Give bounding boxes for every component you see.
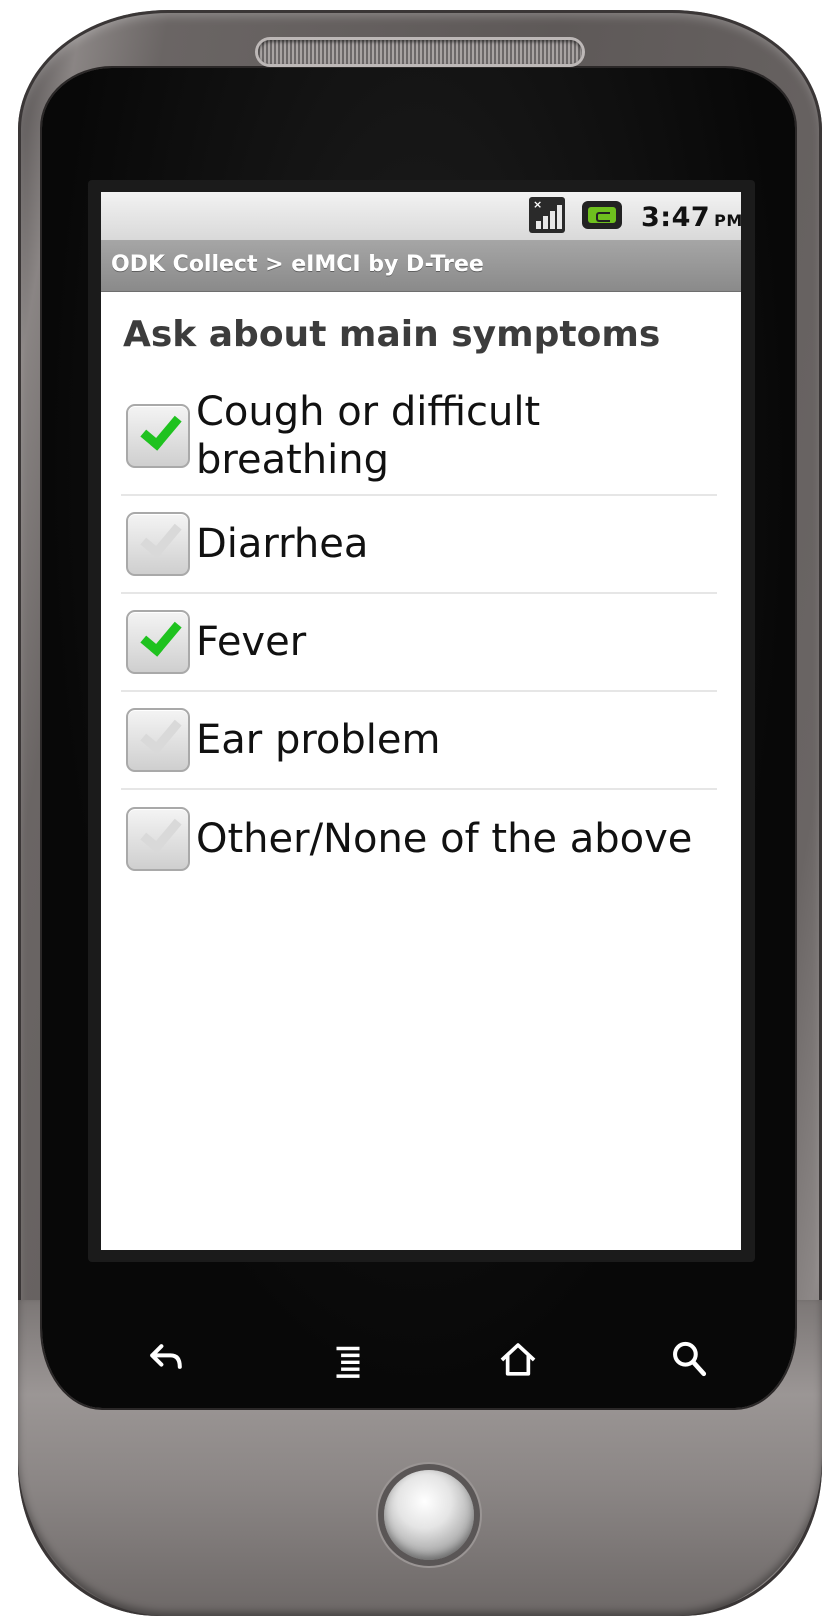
checkmark-icon [140, 613, 182, 657]
checkbox-other-none[interactable] [126, 807, 190, 871]
option-label: Other/None of the above [196, 816, 693, 862]
battery-charging-icon [582, 201, 622, 229]
option-label: Fever [196, 619, 307, 665]
option-diarrhea[interactable]: Diarrhea [121, 496, 717, 594]
checkbox-diarrhea[interactable] [126, 512, 190, 576]
checkbox-cough[interactable] [126, 404, 190, 468]
checkbox-fever[interactable] [126, 610, 190, 674]
back-icon[interactable] [136, 1330, 196, 1390]
question-label: Ask about main symptoms [123, 314, 661, 355]
menu-icon[interactable] [318, 1330, 378, 1390]
option-ear-problem[interactable]: Ear problem [121, 692, 717, 790]
option-cough[interactable]: Cough or difficult breathing [121, 378, 717, 496]
checkmark-icon [140, 810, 182, 854]
signal-no-sim-icon: × [529, 197, 565, 233]
option-other-none[interactable]: Other/None of the above [121, 790, 717, 888]
search-icon[interactable] [660, 1330, 720, 1390]
app-title-bar: ODK Collect > eIMCI by D-Tree [101, 240, 741, 292]
options-list: Cough or difficult breathing Diarrhea Fe… [121, 378, 717, 888]
checkmark-icon [140, 515, 182, 559]
status-clock: 3:47 PM [641, 202, 741, 233]
option-label: Diarrhea [196, 521, 369, 567]
device-screen: × 3:47 PM ODK Collect > eIMCI by D-Tree A… [101, 192, 741, 1250]
option-label: Ear problem [196, 717, 441, 763]
clock-time: 3:47 [641, 202, 711, 233]
status-bar: × 3:47 PM [101, 192, 741, 240]
home-icon[interactable] [488, 1330, 548, 1390]
clock-ampm: PM [714, 211, 741, 230]
earpiece-speaker [258, 40, 582, 64]
app-title: ODK Collect > eIMCI by D-Tree [111, 252, 484, 277]
option-fever[interactable]: Fever [121, 594, 717, 692]
option-label: Cough or difficult breathing [196, 389, 541, 483]
checkbox-ear-problem[interactable] [126, 708, 190, 772]
checkmark-icon [140, 407, 182, 451]
checkmark-icon [140, 711, 182, 755]
trackball[interactable] [384, 1470, 474, 1560]
